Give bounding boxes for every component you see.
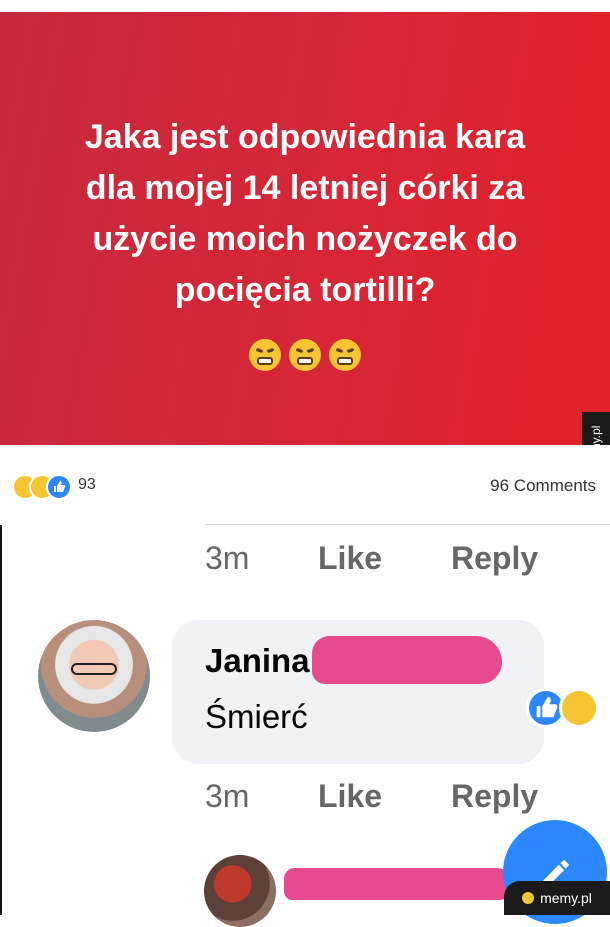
avatar[interactable]	[204, 855, 276, 927]
post-line-4: pocięcia tortilli?	[174, 271, 436, 309]
like-icon	[46, 474, 72, 500]
post-card: Jaka jest odpowiednia kara dla mojej 14 …	[0, 12, 610, 445]
watermark-text: memy.pl	[540, 890, 592, 906]
like-button[interactable]: Like	[318, 540, 382, 577]
reaction-count[interactable]: 93	[78, 476, 96, 494]
comment-text: Śmierć	[205, 698, 308, 735]
like-button[interactable]: Like	[318, 778, 382, 815]
post-line-1: Jaka jest odpowiednia kara	[84, 118, 526, 156]
logo-icon	[522, 892, 535, 904]
top-strip	[0, 0, 610, 12]
tired-face-icon	[289, 339, 321, 371]
comment-author[interactable]: Janina	[205, 642, 310, 680]
comment-time: 3m	[205, 778, 250, 814]
comment-reactions[interactable]	[526, 688, 610, 732]
tired-face-icon	[248, 339, 281, 371]
comments-count-link[interactable]: 96 Comments	[490, 476, 596, 496]
post-text: Jaka jest odpowiednia kara dla mojej 14 …	[20, 112, 590, 316]
corner-watermark: memy.pl	[504, 881, 610, 915]
post-emojis	[0, 339, 610, 376]
tired-face-icon	[329, 339, 362, 371]
left-edge	[0, 525, 2, 915]
redaction-scribble	[312, 636, 502, 684]
post-line-3: użycie moich nożyczek do	[92, 220, 518, 258]
post-line-2: dla mojej 14 letniej córki za	[85, 169, 525, 207]
avatar[interactable]	[38, 620, 150, 732]
comment-time: 3m	[205, 540, 250, 576]
redaction-scribble	[284, 868, 514, 900]
haha-icon	[559, 688, 599, 728]
reply-button[interactable]: Reply	[451, 778, 538, 815]
reply-button[interactable]: Reply	[451, 540, 538, 577]
divider	[205, 524, 610, 525]
comment-bubble: Janina Śmierć	[172, 620, 544, 764]
